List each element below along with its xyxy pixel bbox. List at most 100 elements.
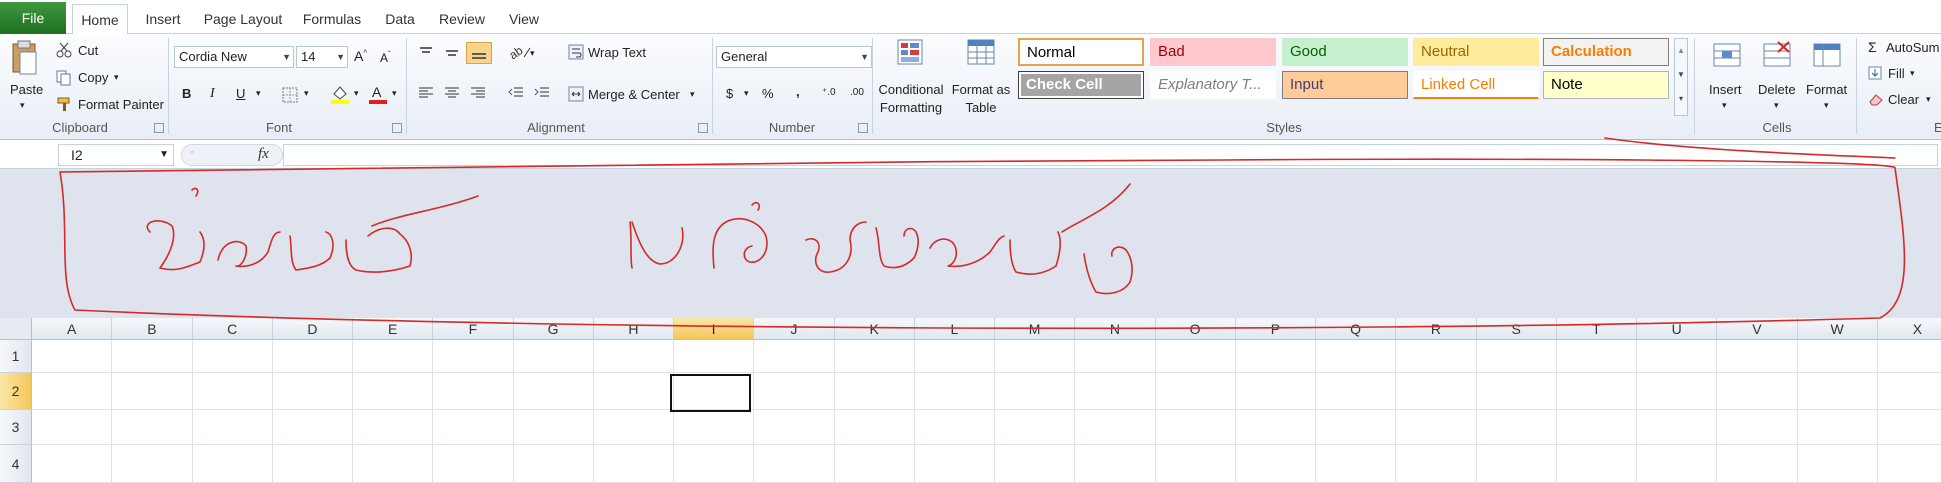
clear-icon[interactable] — [1868, 92, 1884, 109]
delete-cells-button[interactable]: Delete — [1758, 82, 1796, 97]
style-cell-input[interactable]: Input — [1282, 71, 1408, 99]
fill-dropdown-icon[interactable]: ▾ — [1910, 68, 1915, 79]
cell-v2[interactable] — [1717, 373, 1798, 410]
font-color-dropdown-icon[interactable]: ▾ — [392, 88, 397, 99]
scroll-up-icon[interactable]: ▲ — [1675, 39, 1687, 63]
insert-cells-button[interactable]: Insert — [1709, 82, 1742, 97]
cell-u2[interactable] — [1637, 373, 1718, 410]
align-bottom-icon[interactable] — [466, 42, 492, 64]
style-cell-calculation[interactable]: Calculation — [1543, 38, 1669, 66]
cell-n4[interactable] — [1075, 445, 1156, 483]
copy-button[interactable]: Copy — [78, 70, 108, 85]
cell-o2[interactable] — [1155, 373, 1236, 410]
orientation-icon[interactable]: ab — [506, 43, 532, 63]
row-header-3[interactable]: 3 — [0, 410, 32, 445]
merge-dropdown-icon[interactable]: ▾ — [690, 89, 695, 100]
cell-b4[interactable] — [112, 445, 193, 483]
tab-formulas[interactable]: Formulas — [298, 4, 366, 34]
paste-button[interactable]: Paste — [10, 82, 43, 97]
insert-dropdown-icon[interactable]: ▾ — [1722, 100, 1727, 111]
font-name-combo[interactable]: Cordia New ▼ — [174, 46, 294, 68]
clear-dropdown-icon[interactable]: ▾ — [1926, 94, 1931, 105]
align-middle-icon[interactable] — [444, 46, 460, 63]
paste-dropdown-icon[interactable]: ▾ — [20, 100, 25, 111]
fill-color-icon[interactable] — [330, 84, 350, 107]
column-header-u[interactable]: U — [1637, 318, 1718, 340]
tab-data[interactable]: Data — [378, 4, 422, 34]
number-format-combo[interactable]: General ▼ — [716, 46, 872, 68]
cell-t2[interactable] — [1556, 373, 1637, 410]
tab-view[interactable]: View — [502, 4, 546, 34]
align-left-icon[interactable] — [418, 86, 434, 103]
cell-p3[interactable] — [1235, 410, 1316, 445]
cell-r3[interactable] — [1396, 410, 1477, 445]
cell-x1[interactable] — [1877, 340, 1941, 373]
cell-t1[interactable] — [1556, 340, 1637, 373]
column-header-v[interactable]: V — [1717, 318, 1798, 340]
cell-i1[interactable] — [674, 340, 755, 373]
cell-r4[interactable] — [1396, 445, 1477, 483]
shrink-font-icon[interactable]: Aˇ — [380, 50, 391, 65]
formula-input[interactable] — [283, 144, 1938, 166]
cell-k4[interactable] — [834, 445, 915, 483]
conditional-formatting-icon[interactable] — [896, 38, 926, 71]
formula-bar-resize-icon[interactable]: ◦ — [190, 147, 194, 159]
font-launcher-icon[interactable] — [392, 123, 402, 133]
insert-function-icon[interactable]: fx — [258, 146, 269, 163]
cell-p2[interactable] — [1235, 373, 1316, 410]
cell-l2[interactable] — [914, 373, 995, 410]
cell-u1[interactable] — [1637, 340, 1718, 373]
cell-b3[interactable] — [112, 410, 193, 445]
tab-home[interactable]: Home — [72, 4, 128, 35]
column-header-n[interactable]: N — [1075, 318, 1156, 340]
cell-q1[interactable] — [1316, 340, 1397, 373]
style-cell-good[interactable]: Good — [1282, 38, 1408, 66]
format-painter-icon[interactable] — [56, 96, 72, 115]
cell-o3[interactable] — [1155, 410, 1236, 445]
underline-dropdown-icon[interactable]: ▾ — [256, 88, 261, 99]
cell-p4[interactable] — [1235, 445, 1316, 483]
row-header-1[interactable]: 1 — [0, 340, 32, 373]
cell-c1[interactable] — [192, 340, 273, 373]
copy-icon[interactable] — [56, 70, 72, 89]
tab-review[interactable]: Review — [432, 4, 492, 34]
cell-a1[interactable] — [32, 340, 113, 373]
cell-a4[interactable] — [32, 445, 113, 483]
cell-n2[interactable] — [1075, 373, 1156, 410]
delete-dropdown-icon[interactable]: ▾ — [1774, 100, 1779, 111]
column-header-i[interactable]: I — [674, 318, 755, 340]
merge-center-icon[interactable] — [568, 86, 584, 105]
cell-g3[interactable] — [513, 410, 594, 445]
cell-c2[interactable] — [192, 373, 273, 410]
cell-b2[interactable] — [112, 373, 193, 410]
insert-cells-icon[interactable] — [1712, 40, 1742, 73]
merge-center-button[interactable]: Merge & Center — [588, 87, 680, 102]
currency-button[interactable]: $ — [726, 86, 733, 101]
cell-s1[interactable] — [1476, 340, 1557, 373]
cell-g4[interactable] — [513, 445, 594, 483]
cell-d4[interactable] — [272, 445, 353, 483]
column-header-m[interactable]: M — [995, 318, 1076, 340]
autosum-icon[interactable]: Σ — [1868, 39, 1877, 55]
cell-l3[interactable] — [914, 410, 995, 445]
cell-a2[interactable] — [32, 373, 113, 410]
column-header-w[interactable]: W — [1797, 318, 1878, 340]
column-header-q[interactable]: Q — [1316, 318, 1397, 340]
cell-q3[interactable] — [1316, 410, 1397, 445]
cell-j2[interactable] — [754, 373, 835, 410]
copy-dropdown-icon[interactable]: ▾ — [114, 72, 119, 83]
cell-m2[interactable] — [995, 373, 1076, 410]
cell-p1[interactable] — [1235, 340, 1316, 373]
cell-w3[interactable] — [1797, 410, 1878, 445]
row-header-4[interactable]: 4 — [0, 445, 32, 483]
cell-e1[interactable] — [353, 340, 434, 373]
cell-s2[interactable] — [1476, 373, 1557, 410]
number-launcher-icon[interactable] — [858, 123, 868, 133]
chevron-down-icon[interactable]: ▼ — [159, 145, 169, 165]
cell-w4[interactable] — [1797, 445, 1878, 483]
cell-a3[interactable] — [32, 410, 113, 445]
cell-d3[interactable] — [272, 410, 353, 445]
decrease-indent-icon[interactable] — [508, 86, 524, 103]
name-box[interactable]: I2 ▼ — [58, 144, 174, 166]
align-top-icon[interactable] — [418, 46, 434, 63]
